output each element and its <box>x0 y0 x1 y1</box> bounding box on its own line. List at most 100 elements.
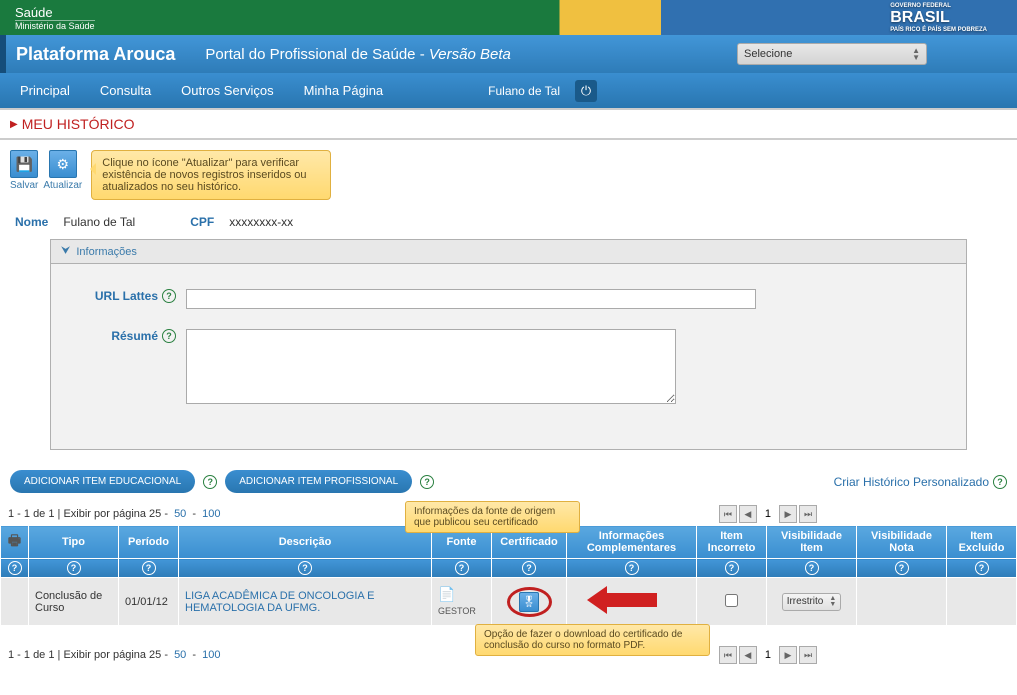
resume-text: Résumé <box>111 329 158 343</box>
help-icon[interactable]: ? <box>975 561 989 575</box>
col-vis-item: Visibilidade Item <box>767 526 857 559</box>
first-page-button[interactable]: ⏮ <box>719 646 737 664</box>
toolbar: 💾 Salvar ⚙ Atualizar Clique no ícone "At… <box>0 140 1017 200</box>
refresh-icon: ⚙ <box>49 150 77 178</box>
last-page-button[interactable]: ⏭ <box>799 505 817 523</box>
help-icon[interactable]: ? <box>420 475 434 489</box>
logout-button[interactable]: ⏻ <box>575 80 597 102</box>
help-icon[interactable]: ? <box>8 561 22 575</box>
printer-icon[interactable]: 🖶 <box>8 532 21 548</box>
descricao-link[interactable]: LIGA ACADÊMICA DE ONCOLOGIA E HEMATOLOGI… <box>185 590 375 614</box>
certificado-tooltip: Opção de fazer o download do certificado… <box>475 624 710 656</box>
adicionar-profissional-button[interactable]: ADICIONAR ITEM PROFISSIONAL <box>225 470 412 493</box>
nav-principal[interactable]: Principal <box>20 83 70 98</box>
informacoes-body: URL Lattes ? Résumé ? <box>51 264 966 449</box>
help-icon[interactable]: ? <box>162 289 176 303</box>
help-icon[interactable]: ? <box>142 561 156 575</box>
gestor-label: GESTOR <box>438 606 476 616</box>
help-icon[interactable]: ? <box>162 329 176 343</box>
help-icon[interactable]: ? <box>725 561 739 575</box>
page-title: MEU HISTÓRICO <box>22 116 135 132</box>
page-controls: ⏮ ◀ 1 ▶ ⏭ <box>719 505 817 523</box>
page-size-100[interactable]: 100 <box>202 649 220 661</box>
saude-logo: Saúde Ministério da Saúde <box>15 5 95 31</box>
historico-table: 🖶 Tipo Período Descrição Fonte Certifica… <box>0 525 1017 626</box>
caret-right-icon: ▶ <box>10 119 18 130</box>
cell-descricao: LIGA ACADÊMICA DE ONCOLOGIA E HEMATOLOGI… <box>179 578 432 626</box>
salvar-button[interactable]: 💾 Salvar <box>10 150 38 191</box>
collapse-icon: ⮟ <box>61 245 70 258</box>
col-print: 🖶 <box>1 526 29 559</box>
first-page-button[interactable]: ⏮ <box>719 505 737 523</box>
selecione-label: Selecione <box>744 48 792 60</box>
col-vis-nota: Visibilidade Nota <box>857 526 947 559</box>
help-icon[interactable]: ? <box>625 561 639 575</box>
gestor-icon[interactable]: 📄 <box>438 586 485 603</box>
cell-item-incorreto <box>697 578 767 626</box>
dropdown-arrows-icon: ▲▼ <box>912 47 920 61</box>
url-lattes-label: URL Lattes ? <box>81 289 176 303</box>
criar-historico-link[interactable]: Criar Histórico Personalizado ? <box>834 475 1007 489</box>
visibilidade-select[interactable]: Irrestrito ▲▼ <box>782 593 842 611</box>
nav-minha-pagina[interactable]: Minha Página <box>304 83 384 98</box>
fonte-tooltip: Informações da fonte de origem que publi… <box>405 501 580 533</box>
certificate-download-button[interactable]: 🎖 <box>519 592 539 612</box>
certificate-highlight: 🎖 <box>507 587 552 617</box>
prev-page-button[interactable]: ◀ <box>739 505 757 523</box>
resume-row: Résumé ? <box>81 329 936 404</box>
help-icon[interactable]: ? <box>67 561 81 575</box>
next-page-button[interactable]: ▶ <box>779 505 797 523</box>
url-lattes-row: URL Lattes ? <box>81 289 936 309</box>
informacoes-title: Informações <box>76 246 137 258</box>
red-arrow-annotation <box>607 593 657 610</box>
save-icon: 💾 <box>10 150 38 178</box>
informacoes-header[interactable]: ⮟ Informações <box>51 240 966 264</box>
help-icon[interactable]: ? <box>522 561 536 575</box>
help-icon[interactable]: ? <box>203 475 217 489</box>
page-size-50[interactable]: 50 <box>174 649 186 661</box>
beta-text: Versão Beta <box>429 46 511 63</box>
platform-title: Plataforma Arouca <box>16 44 175 65</box>
header-bar: Plataforma Arouca Portal do Profissional… <box>0 35 1017 73</box>
resume-textarea[interactable] <box>186 329 676 404</box>
item-incorreto-checkbox[interactable] <box>725 594 738 607</box>
cpf-label: CPF <box>190 215 214 229</box>
nome-value: Fulano de Tal <box>63 215 135 229</box>
url-lattes-input[interactable] <box>186 289 756 309</box>
current-page: 1 <box>765 649 771 661</box>
power-icon: ⏻ <box>581 83 591 99</box>
cell-item-excluido <box>947 578 1017 626</box>
help-icon[interactable]: ? <box>298 561 312 575</box>
cell-vis-item: Irrestrito ▲▼ <box>767 578 857 626</box>
help-icon[interactable]: ? <box>993 475 1007 489</box>
page-controls: ⏮ ◀ 1 ▶ ⏭ <box>719 646 817 664</box>
selecione-dropdown[interactable]: Selecione ▲▼ <box>737 43 927 65</box>
ministry-text: Ministério da Saúde <box>15 20 95 31</box>
prev-page-button[interactable]: ◀ <box>739 646 757 664</box>
page-size-50[interactable]: 50 <box>174 508 186 520</box>
nav-consulta[interactable]: Consulta <box>100 83 151 98</box>
cell-certificado: 🎖 <box>492 578 567 626</box>
gov-top-bar: Saúde Ministério da Saúde GOVERNO FEDERA… <box>0 0 1017 35</box>
page-size-100[interactable]: 100 <box>202 508 220 520</box>
atualizar-label: Atualizar <box>43 180 82 191</box>
last-page-button[interactable]: ⏭ <box>799 646 817 664</box>
col-item-incorreto: Item Incorreto <box>697 526 767 559</box>
help-icon[interactable]: ? <box>805 561 819 575</box>
help-icon[interactable]: ? <box>455 561 469 575</box>
table-help-row: ? ? ? ? ? ? ? ? ? ? ? <box>1 559 1017 578</box>
cpf-value: xxxxxxxx-xx <box>229 215 293 229</box>
pagination-text: 1 - 1 de 1 | Exibir por página 25 - <box>8 649 171 661</box>
nav-outros-servicos[interactable]: Outros Serviços <box>181 83 273 98</box>
next-page-button[interactable]: ▶ <box>779 646 797 664</box>
visibilidade-value: Irrestrito <box>787 596 824 607</box>
main-nav: Principal Consulta Outros Serviços Minha… <box>0 73 1017 108</box>
user-info-row: Nome Fulano de Tal CPF xxxxxxxx-xx <box>0 200 1017 239</box>
adicionar-educacional-button[interactable]: ADICIONAR ITEM EDUCACIONAL <box>10 470 195 493</box>
col-tipo: Tipo <box>29 526 119 559</box>
select-arrows-icon: ▲▼ <box>829 596 836 608</box>
current-page: 1 <box>765 508 771 520</box>
col-info-comp: Informações Complementares <box>567 526 697 559</box>
help-icon[interactable]: ? <box>895 561 909 575</box>
atualizar-button[interactable]: ⚙ Atualizar <box>43 150 82 191</box>
